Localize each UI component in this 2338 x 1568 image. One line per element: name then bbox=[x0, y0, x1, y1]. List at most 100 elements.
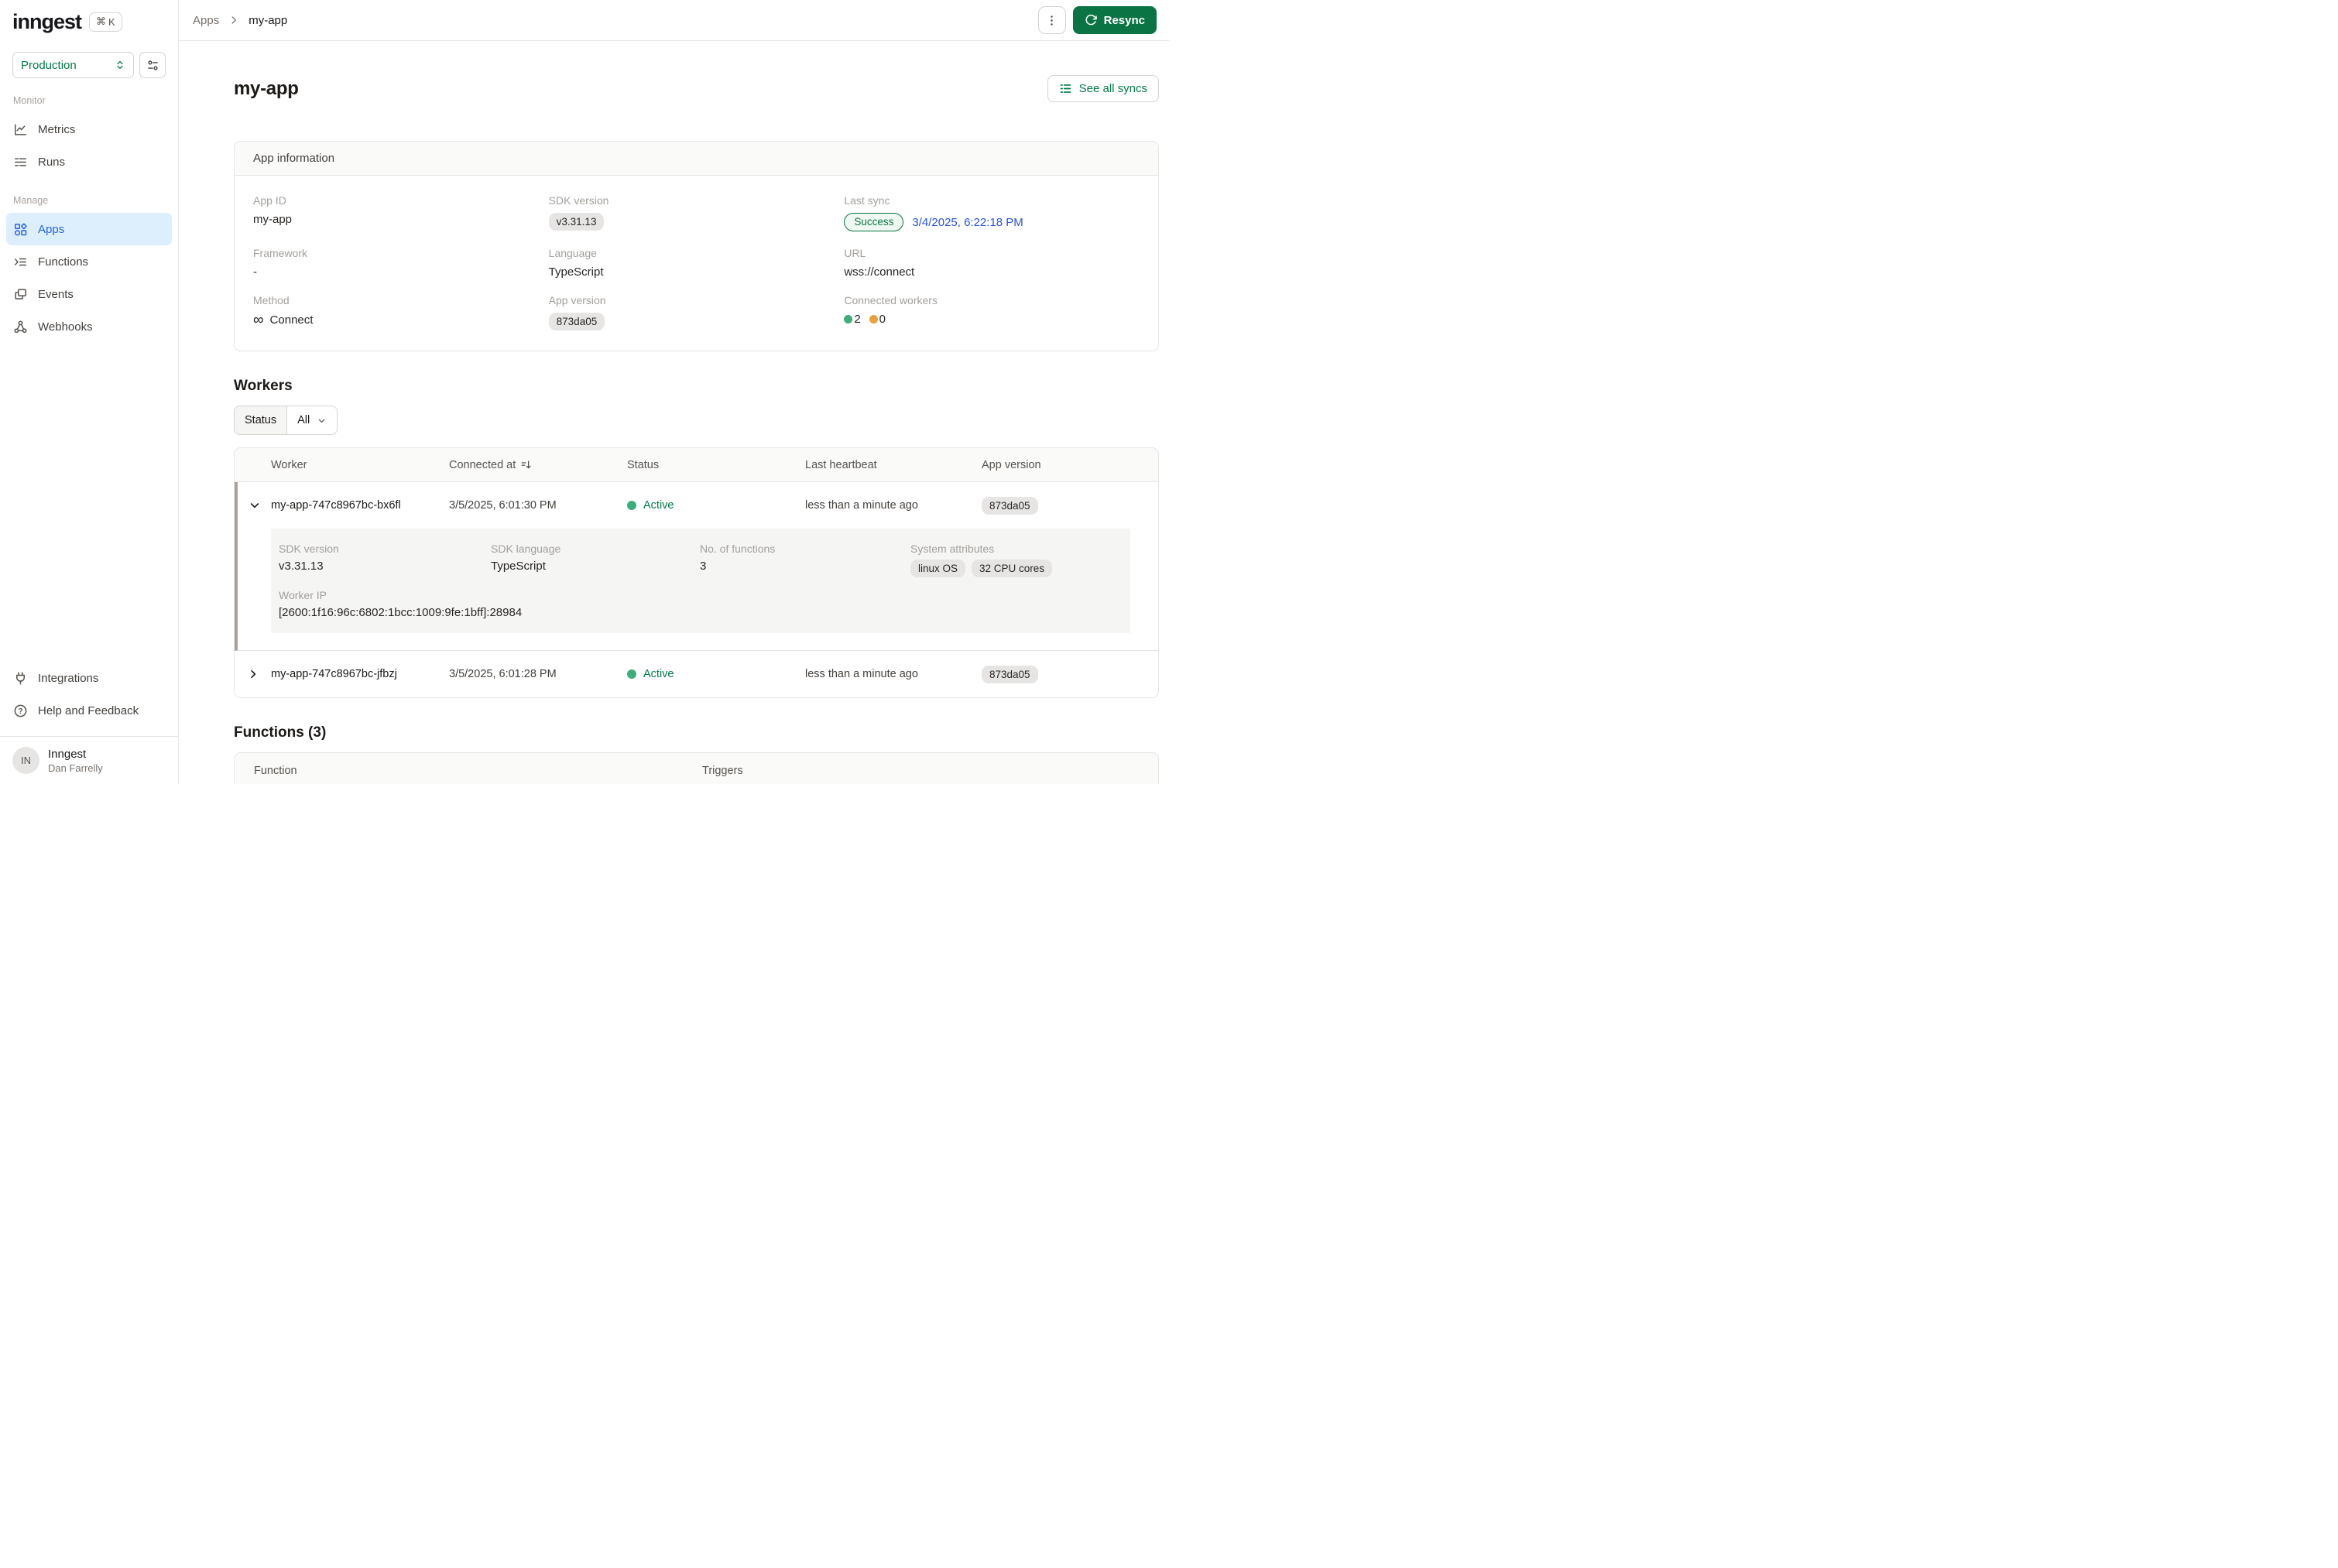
worker-name: my-app-747c8967bc-bx6fl bbox=[271, 499, 449, 512]
field-method: Method ∞ Connect bbox=[253, 294, 549, 330]
apps-shapes-icon bbox=[13, 222, 28, 237]
resync-label: Resync bbox=[1104, 14, 1145, 27]
title-row: my-app See all syncs bbox=[234, 75, 1159, 102]
functions-heading: Functions (3) bbox=[234, 724, 1159, 741]
events-windows-icon bbox=[13, 287, 28, 302]
detail-worker-ip: Worker IP [2600:1f16:96c:6802:1bcc:1009:… bbox=[279, 589, 1118, 619]
avatar: IN bbox=[12, 747, 39, 774]
detail-functions-count: No. of functions 3 bbox=[700, 543, 910, 577]
metrics-chart-icon bbox=[13, 122, 28, 137]
worker-app-version: 873da05 bbox=[982, 497, 1158, 515]
detail-sdk-version: SDK version v3.31.13 bbox=[279, 543, 491, 577]
content-scroll[interactable]: my-app See all syncs App information App… bbox=[179, 41, 1169, 784]
webhooks-nodes-icon bbox=[13, 320, 28, 334]
sidebar-item-label: Integrations bbox=[38, 672, 98, 685]
sync-status-badge: Success bbox=[844, 213, 903, 231]
sdk-version-badge: v3.31.13 bbox=[549, 213, 605, 231]
unfold-chevrons-icon bbox=[115, 60, 125, 70]
worker-row[interactable]: my-app-747c8967bc-bx6fl 3/5/2025, 6:01:3… bbox=[238, 482, 1158, 529]
see-all-syncs-button[interactable]: See all syncs bbox=[1047, 75, 1159, 102]
col-connected-at[interactable]: Connected at bbox=[449, 459, 627, 471]
profile-user: Dan Farrelly bbox=[48, 762, 103, 774]
field-framework: Framework - bbox=[253, 247, 549, 279]
worker-row[interactable]: my-app-747c8967bc-jfbzj 3/5/2025, 6:01:2… bbox=[235, 651, 1158, 697]
orange-dot-icon bbox=[869, 315, 878, 324]
sidebar-item-integrations[interactable]: Integrations bbox=[0, 662, 178, 694]
sliders-icon bbox=[146, 59, 159, 72]
app-information-card: App information App ID my-app SDK versio… bbox=[234, 141, 1159, 351]
sidebar-item-events[interactable]: Events bbox=[0, 278, 178, 310]
sidebar-item-label: Metrics bbox=[38, 123, 75, 136]
breadcrumb-current: my-app bbox=[249, 14, 287, 27]
green-dot-icon bbox=[844, 315, 852, 324]
chevron-right-icon bbox=[228, 15, 239, 26]
col-triggers: Triggers bbox=[702, 765, 1158, 777]
sidebar-item-help-feedback[interactable]: ? Help and Feedback bbox=[0, 694, 178, 727]
detail-sdk-language: SDK language TypeScript bbox=[491, 543, 700, 577]
runs-list-icon bbox=[13, 155, 28, 169]
field-last-sync: Last sync Success 3/4/2025, 6:22:18 PM bbox=[844, 194, 1140, 231]
sidebar-item-functions[interactable]: Functions bbox=[0, 245, 178, 278]
field-sdk-version: SDK version v3.31.13 bbox=[549, 194, 845, 231]
environment-settings-button[interactable] bbox=[139, 52, 166, 78]
sidebar-item-apps[interactable]: Apps bbox=[6, 213, 172, 245]
cpu-badge: 32 CPU cores bbox=[972, 560, 1052, 577]
detail-system-attributes: System attributes linux OS 32 CPU cores bbox=[910, 543, 1118, 577]
col-app-version: App version bbox=[982, 459, 1158, 471]
chevron-down-icon bbox=[317, 416, 327, 426]
sidebar-section-manage: Manage Apps Functions Events Webhooks bbox=[0, 195, 178, 343]
col-last-heartbeat: Last heartbeat bbox=[805, 459, 982, 471]
worker-heartbeat: less than a minute ago bbox=[805, 499, 982, 512]
sidebar-item-label: Events bbox=[38, 288, 74, 301]
sidebar-footer: Integrations ? Help and Feedback IN Inng… bbox=[0, 662, 178, 784]
workers-table: Worker Connected at Status Last heartbea… bbox=[234, 447, 1159, 698]
plug-icon bbox=[13, 671, 28, 686]
workers-table-header: Worker Connected at Status Last heartbea… bbox=[235, 448, 1158, 482]
resync-button[interactable]: Resync bbox=[1073, 6, 1157, 34]
field-app-id: App ID my-app bbox=[253, 194, 549, 231]
profile-menu[interactable]: IN Inngest Dan Farrelly bbox=[0, 737, 178, 784]
col-function: Function bbox=[235, 765, 702, 777]
command-k-shortcut[interactable]: ⌘ K bbox=[89, 12, 122, 32]
sidebar-item-metrics[interactable]: Metrics bbox=[0, 113, 178, 146]
logo-row: inngest ⌘ K bbox=[0, 10, 178, 34]
profile-text: Inngest Dan Farrelly bbox=[48, 748, 103, 774]
section-label: Monitor bbox=[0, 95, 178, 106]
sidebar-item-runs[interactable]: Runs bbox=[0, 146, 178, 178]
help-circle-icon: ? bbox=[13, 704, 28, 718]
app-version-badge: 873da05 bbox=[549, 313, 605, 330]
col-worker: Worker bbox=[271, 459, 449, 471]
field-language: Language TypeScript bbox=[549, 247, 845, 279]
card-body: App ID my-app SDK version v3.31.13 Last … bbox=[235, 176, 1158, 351]
list-icon bbox=[1059, 82, 1072, 95]
filter-key: Status bbox=[235, 406, 287, 434]
sidebar-item-webhooks[interactable]: Webhooks bbox=[0, 310, 178, 343]
functions-table: Function Triggers bbox=[234, 752, 1159, 784]
kebab-icon bbox=[1045, 14, 1058, 27]
page-title: my-app bbox=[234, 78, 299, 100]
topbar: Apps my-app Resync bbox=[179, 0, 1169, 41]
more-options-button[interactable] bbox=[1038, 6, 1066, 34]
worker-detail-panel: SDK version v3.31.13 SDK language TypeSc… bbox=[271, 529, 1130, 633]
breadcrumb-apps[interactable]: Apps bbox=[193, 14, 219, 27]
collapse-chevron-icon[interactable] bbox=[238, 499, 271, 512]
topbar-actions: Resync bbox=[1038, 6, 1157, 34]
worker-connected-at: 3/5/2025, 6:01:30 PM bbox=[449, 499, 627, 512]
inactive-workers-count: 0 bbox=[869, 313, 886, 326]
sidebar: inngest ⌘ K Production Monitor Metrics R… bbox=[0, 0, 179, 784]
environment-select[interactable]: Production bbox=[12, 52, 134, 78]
profile-org: Inngest bbox=[48, 748, 103, 761]
active-workers-count: 2 bbox=[844, 313, 860, 326]
section-label: Manage bbox=[0, 195, 178, 206]
os-badge: linux OS bbox=[910, 560, 965, 577]
last-sync-date-link[interactable]: 3/4/2025, 6:22:18 PM bbox=[912, 216, 1023, 229]
status-filter[interactable]: Status All bbox=[234, 406, 338, 435]
workers-heading: Workers bbox=[234, 378, 1159, 395]
active-dot-icon bbox=[627, 501, 636, 510]
expand-chevron-icon[interactable] bbox=[235, 668, 271, 680]
worker-status: Active bbox=[627, 668, 805, 680]
sidebar-item-label: Runs bbox=[38, 156, 65, 169]
main-area: Apps my-app Resync my-app See all syncs bbox=[179, 0, 1169, 784]
filter-value-dropdown[interactable]: All bbox=[287, 406, 337, 434]
sort-desc-icon[interactable] bbox=[520, 459, 532, 471]
